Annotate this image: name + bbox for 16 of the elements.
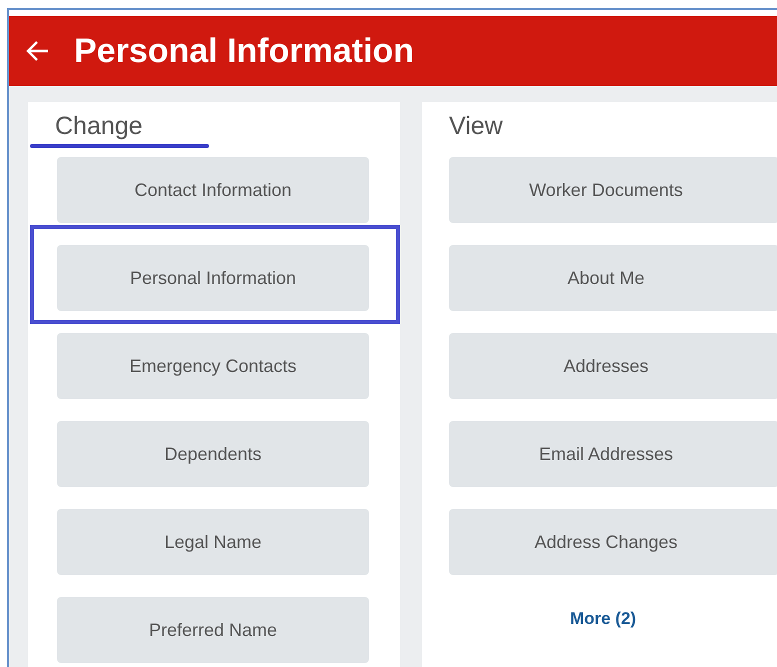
view-option-button[interactable]: Address Changes <box>449 509 777 575</box>
page-title: Personal Information <box>74 32 414 70</box>
section-heading: Change <box>55 112 143 141</box>
change-option-button[interactable]: Emergency Contacts <box>57 333 369 399</box>
back-arrow-icon[interactable] <box>26 39 50 63</box>
change-option-button[interactable]: Contact Information <box>57 157 369 223</box>
change-option-button[interactable]: Legal Name <box>57 509 369 575</box>
view-option-button[interactable]: Email Addresses <box>449 421 777 487</box>
more-link[interactable]: More (2) <box>449 609 757 629</box>
view-option-button[interactable]: Worker Documents <box>449 157 777 223</box>
view-option-button[interactable]: Addresses <box>449 333 777 399</box>
change-option-button[interactable]: Preferred Name <box>57 597 369 663</box>
change-option-button[interactable]: Personal Information <box>57 245 369 311</box>
change-option-button[interactable]: Dependents <box>57 421 369 487</box>
section-heading: View <box>449 112 503 141</box>
view-option-button[interactable]: About Me <box>449 245 777 311</box>
